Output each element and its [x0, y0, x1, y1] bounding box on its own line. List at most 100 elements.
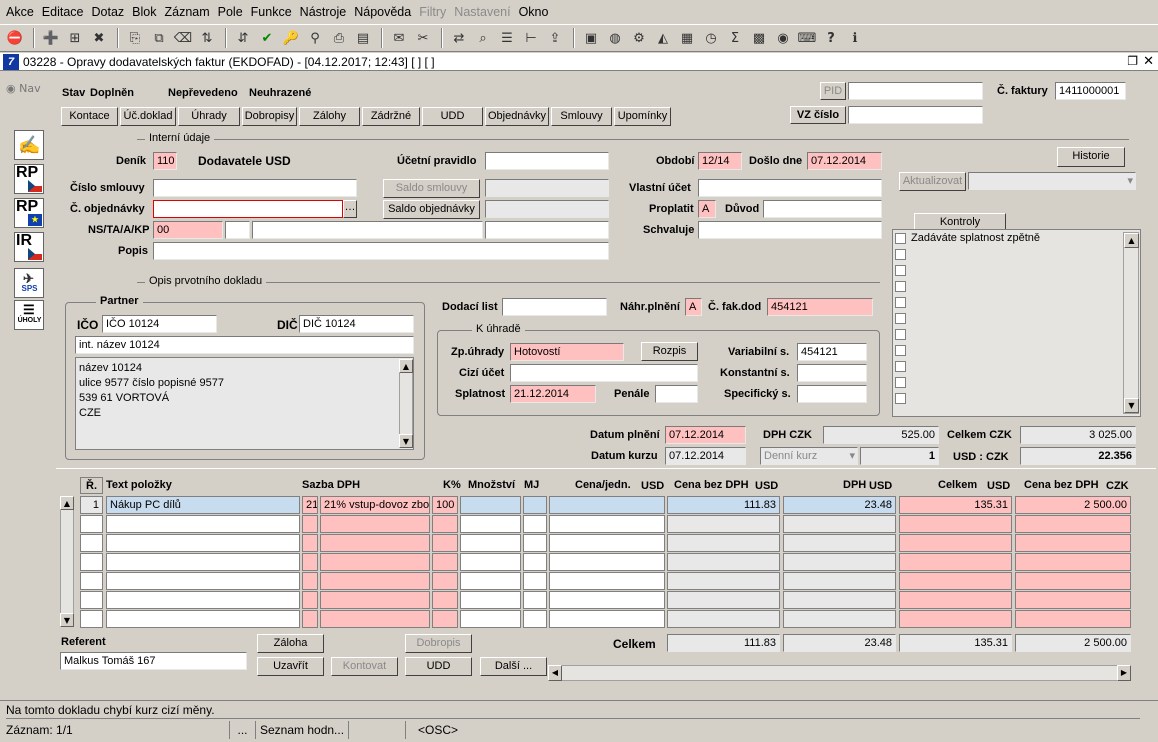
menu-nastroje[interactable]: Nástroje: [296, 0, 351, 24]
insert-icon[interactable]: ⊞: [64, 27, 86, 49]
menu-filtry[interactable]: Filtry: [415, 0, 450, 24]
kontroly-checkbox[interactable]: [895, 249, 906, 260]
kontroly-checkbox[interactable]: [895, 265, 906, 276]
query-icon[interactable]: 🔑: [280, 27, 302, 49]
print-icon[interactable]: ⎙: [328, 27, 350, 49]
help-icon[interactable]: ?: [820, 27, 842, 49]
smlouva-field[interactable]: [153, 179, 357, 197]
aktualizovat-select[interactable]: ▾: [968, 172, 1136, 190]
cell-text[interactable]: [106, 515, 300, 533]
cell-sazba-text[interactable]: [320, 515, 430, 533]
splatnost-field[interactable]: 21.12.2014: [510, 385, 596, 403]
scroll-left-icon[interactable]: ◀: [548, 665, 562, 681]
cell-czk[interactable]: [1015, 515, 1131, 533]
menu-funkce[interactable]: Funkce: [247, 0, 296, 24]
kontroly-scrollbar[interactable]: ▲ ▼: [1123, 232, 1139, 414]
cell-mj[interactable]: [523, 572, 547, 590]
cell-czk[interactable]: 2 500.00: [1015, 496, 1131, 514]
cell-text[interactable]: Nákup PC dílů: [106, 496, 300, 514]
add-record-icon[interactable]: ➕: [40, 27, 62, 49]
cell-k[interactable]: [432, 515, 458, 533]
menu-pole[interactable]: Pole: [214, 0, 247, 24]
scroll-up-icon[interactable]: ▲: [1124, 233, 1139, 248]
faktura-field[interactable]: 1411000001: [1055, 82, 1126, 100]
sum-icon[interactable]: Σ: [724, 27, 746, 49]
cell-sazba-text[interactable]: [320, 572, 430, 590]
cell-mj[interactable]: [523, 591, 547, 609]
cell-k[interactable]: [432, 572, 458, 590]
export-icon[interactable]: ⇪: [544, 27, 566, 49]
copy-record-icon[interactable]: ⧉: [148, 27, 170, 49]
cell-text[interactable]: [106, 591, 300, 609]
globe-icon[interactable]: ◍: [604, 27, 626, 49]
penale-field[interactable]: [655, 385, 698, 403]
cell-text[interactable]: [106, 610, 300, 628]
tab-kontace[interactable]: Kontace: [61, 107, 118, 126]
kontroly-checkbox[interactable]: [895, 329, 906, 340]
cell-k[interactable]: [432, 534, 458, 552]
cell-mnozstvi[interactable]: [460, 534, 521, 552]
save-icon[interactable]: ▣: [580, 27, 602, 49]
cell-text[interactable]: [106, 572, 300, 590]
tab-uc-doklad[interactable]: Úč.doklad: [120, 107, 176, 126]
kontroly-checkbox[interactable]: [895, 377, 906, 388]
kp-field[interactable]: [485, 221, 609, 239]
scroll-right-icon[interactable]: ▶: [1117, 665, 1131, 681]
info-icon[interactable]: ℹ: [844, 27, 866, 49]
cell-sazba-text[interactable]: [320, 591, 430, 609]
chart-icon[interactable]: ◭: [652, 27, 674, 49]
cell-k[interactable]: [432, 610, 458, 628]
scroll-down-icon[interactable]: ▼: [60, 613, 74, 627]
clock-icon[interactable]: ◷: [700, 27, 722, 49]
uzavrit-button[interactable]: Uzavřít: [257, 657, 324, 676]
settings-icon[interactable]: ⚙: [628, 27, 650, 49]
cell-celkem[interactable]: [899, 591, 1012, 609]
cell-sazba[interactable]: [302, 534, 318, 552]
cell-mnozstvi[interactable]: [460, 553, 521, 571]
calendar-icon[interactable]: ▦: [676, 27, 698, 49]
historie-button[interactable]: Historie: [1057, 147, 1125, 167]
address-scrollbar[interactable]: ▲ ▼: [399, 359, 413, 448]
scroll-up-icon[interactable]: ▲: [399, 359, 413, 373]
kontroly-checkbox[interactable]: [895, 393, 906, 404]
cell-mnozstvi[interactable]: [460, 591, 521, 609]
cell-text[interactable]: [106, 553, 300, 571]
nav-toggle[interactable]: ◉ Nav: [6, 82, 41, 95]
cell-sazba-text[interactable]: 21% vstup-dovoz zbo: [320, 496, 430, 514]
kontovat-button[interactable]: Kontovat: [331, 657, 398, 676]
menu-dotaz[interactable]: Dotaz: [88, 0, 129, 24]
cell-mnozstvi[interactable]: [460, 572, 521, 590]
menu-akce[interactable]: Akce: [2, 0, 38, 24]
saldo-smlouvy-button[interactable]: Saldo smlouvy: [383, 179, 480, 198]
keyboard-icon[interactable]: ⌨: [796, 27, 818, 49]
konstantni-field[interactable]: [797, 364, 867, 382]
table-h-scrollbar[interactable]: ◀ ▶: [548, 665, 1131, 681]
table-scrollbar[interactable]: ▲ ▼: [60, 496, 74, 627]
cell-mj[interactable]: [523, 553, 547, 571]
cell-mnozstvi[interactable]: [460, 610, 521, 628]
zp-uhrady-field[interactable]: Hotovostí: [510, 343, 624, 361]
cell-sazba[interactable]: [302, 610, 318, 628]
vz-cislo-button[interactable]: VZ číslo: [790, 106, 846, 124]
cell-cena-jedn[interactable]: [549, 534, 665, 552]
clear-icon[interactable]: ⌫: [172, 27, 194, 49]
translate-icon[interactable]: ⇄: [448, 27, 470, 49]
ta-field[interactable]: [225, 221, 250, 239]
menu-napoveda[interactable]: Nápověda: [350, 0, 415, 24]
saldo-objednavky-button[interactable]: Saldo objednávky: [383, 200, 480, 219]
cell-czk[interactable]: [1015, 534, 1131, 552]
ir-cz-button[interactable]: IR: [14, 232, 44, 262]
cell-cena-jedn[interactable]: [549, 610, 665, 628]
kontroly-checkbox[interactable]: [895, 281, 906, 292]
tools-icon[interactable]: ✂: [412, 27, 434, 49]
cell-mj[interactable]: [523, 515, 547, 533]
doslo-field[interactable]: 07.12.2014: [807, 152, 882, 170]
cell-sazba-text[interactable]: [320, 610, 430, 628]
cell-sazba-text[interactable]: [320, 553, 430, 571]
cell-k[interactable]: 100: [432, 496, 458, 514]
cizi-ucet-field[interactable]: [510, 364, 698, 382]
kontroly-checkbox[interactable]: [895, 345, 906, 356]
cfak-field[interactable]: 454121: [767, 298, 873, 316]
rozpis-button[interactable]: Rozpis: [641, 342, 698, 361]
cell-sazba[interactable]: [302, 515, 318, 533]
